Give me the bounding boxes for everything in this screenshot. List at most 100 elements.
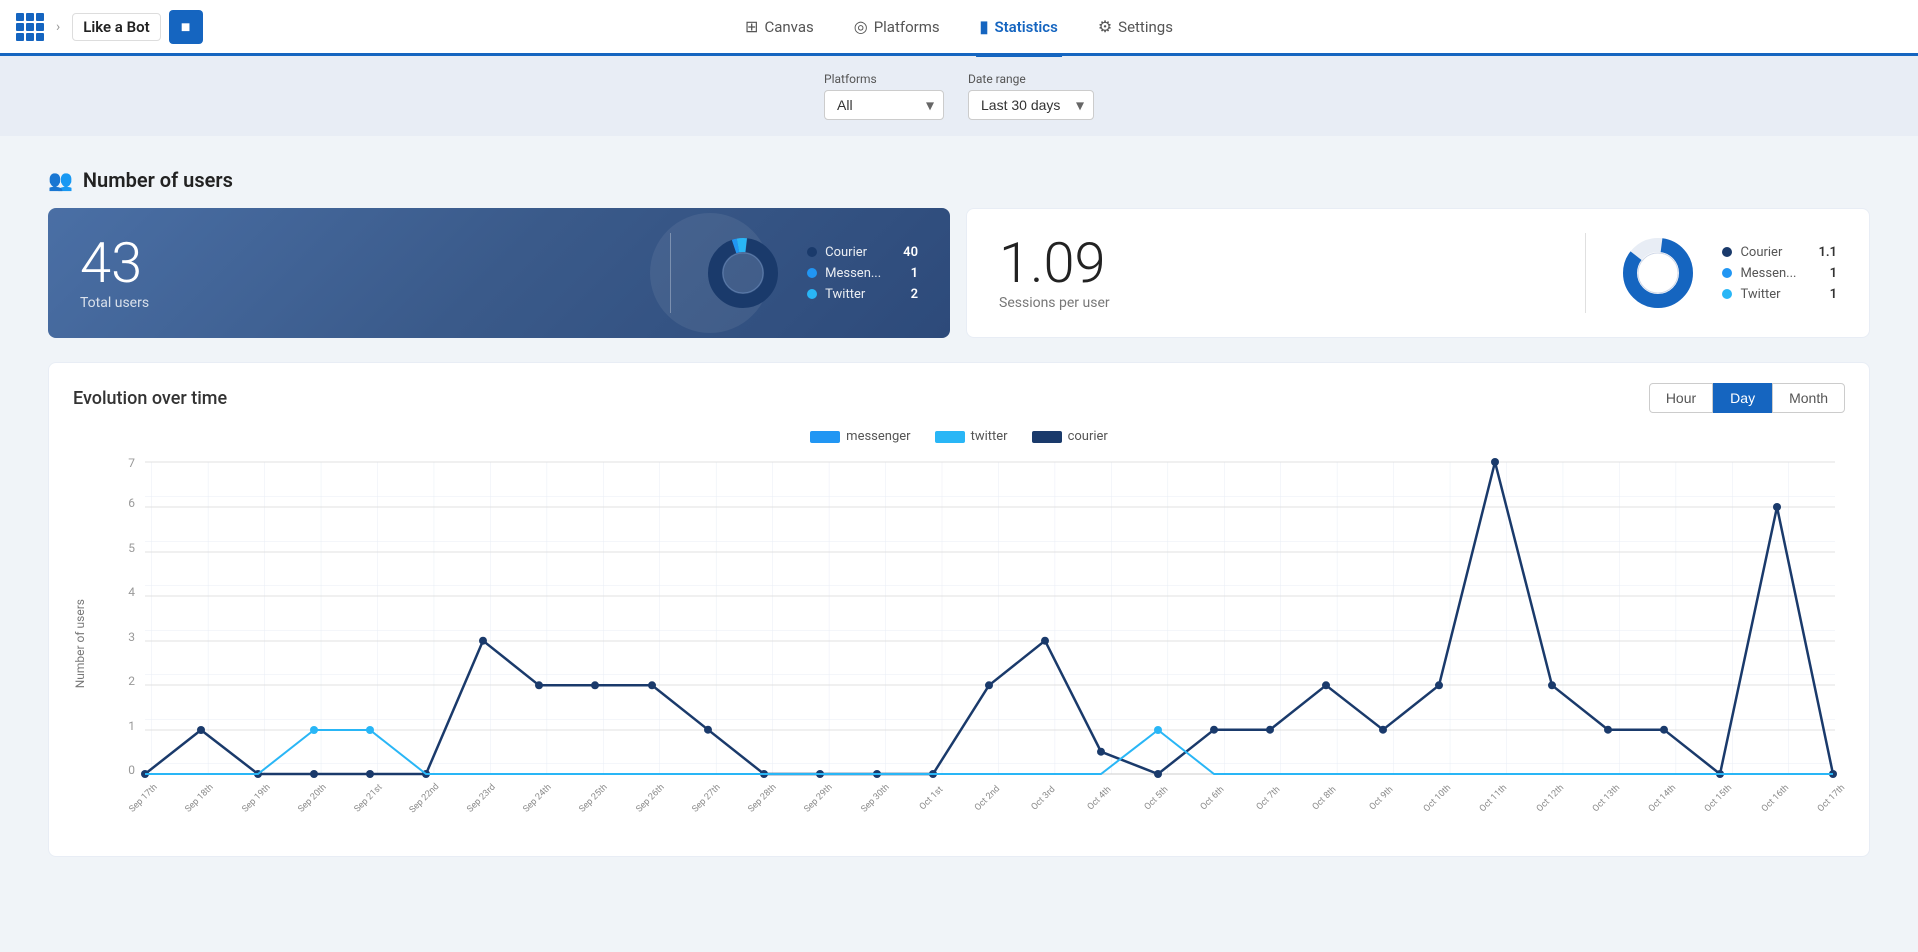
chart-svg: 0 1 2 3 4 5 6 7 [95,452,1845,832]
platforms-label: Platforms [874,18,940,36]
twitter-dot [807,289,817,299]
svg-text:Sep 25th: Sep 25th [578,782,610,814]
svg-text:Oct 16th: Oct 16th [1760,783,1791,814]
svg-text:Oct 15th: Oct 15th [1703,783,1734,814]
date-range-select[interactable]: Last 30 days Last 7 days Last 90 days [968,90,1094,120]
s-messenger-name: Messen... [1740,266,1810,281]
messenger-dot [807,268,817,278]
grid-icon[interactable] [16,13,44,41]
stats-row: 43 Total users Courie [48,208,1870,338]
courier-color [1032,431,1062,443]
hour-btn[interactable]: Hour [1649,383,1713,413]
sessions-divider [1585,233,1586,313]
filter-bar: Platforms All Courier Messenger Twitter … [0,56,1918,136]
courier-point-29 [1773,503,1781,511]
nav-settings[interactable]: ⚙ Settings [1094,0,1177,57]
svg-text:2: 2 [128,674,135,688]
twitter-point-4 [366,726,374,734]
platforms-filter-label: Platforms [824,72,944,86]
s-messenger-value: 1 [1830,266,1837,281]
courier-point-16 [1041,637,1049,645]
sessions-value: 1.09 [999,235,1553,291]
bot-name[interactable]: Like a Bot [72,13,160,41]
svg-text:6: 6 [128,496,135,510]
courier-point-24 [1491,458,1499,466]
legend-messenger: Messen... 1 [807,266,918,281]
courier-point-8 [591,681,599,689]
date-range-select-wrapper: Last 30 days Last 7 days Last 90 days [968,90,1094,120]
section-header: 👥 Number of users [48,168,1870,192]
date-range-filter-group: Date range Last 30 days Last 7 days Last… [968,72,1094,120]
date-range-filter-label: Date range [968,72,1094,86]
svg-text:Sep 18th: Sep 18th [184,782,216,814]
users-donut [703,233,783,313]
sessions-main: 1.09 Sessions per user [999,235,1553,311]
svg-text:Sep 17th: Sep 17th [128,782,160,814]
time-btn-group: Hour Day Month [1649,383,1845,413]
messenger-value: 1 [911,266,918,281]
svg-text:Sep 21st: Sep 21st [353,783,385,815]
day-btn[interactable]: Day [1713,383,1772,413]
courier-dot [807,247,817,257]
messenger-color [810,431,840,443]
nav-statistics[interactable]: ▮ Statistics [976,0,1062,57]
platforms-filter-group: Platforms All Courier Messenger Twitter [824,72,944,120]
svg-text:Oct 13th: Oct 13th [1591,783,1622,814]
legend-courier-chart: courier [1032,429,1108,444]
s-courier-name: Courier [1740,245,1810,260]
users-label: Total users [80,295,638,311]
nav-platforms[interactable]: ◎ Platforms [850,0,944,57]
svg-text:Sep 29th: Sep 29th [803,782,835,814]
courier-point-7 [535,681,543,689]
svg-text:Sep 28th: Sep 28th [747,782,779,814]
courier-chart-label: courier [1068,429,1108,444]
sessions-legend-twitter: Twitter 1 [1722,287,1837,302]
month-btn[interactable]: Month [1772,383,1845,413]
svg-text:Oct 1st: Oct 1st [918,785,945,812]
courier-point-23 [1435,681,1443,689]
legend-courier: Courier 40 [807,245,918,260]
evolution-card: Evolution over time Hour Day Month messe… [48,362,1870,857]
courier-point-25 [1548,681,1556,689]
sessions-label: Sessions per user [999,295,1553,311]
courier-point-9 [648,681,656,689]
messenger-chart-label: messenger [846,429,910,444]
statistics-icon: ▮ [980,17,989,36]
bot-icon: ■ [169,10,203,44]
courier-point-4 [366,770,374,778]
twitter-color [935,431,965,443]
users-total: 43 [80,235,638,291]
statistics-label: Statistics [994,18,1057,36]
y-axis-label-container: Number of users [73,452,87,836]
svg-text:Oct 14th: Oct 14th [1647,783,1678,814]
courier-point-27 [1660,726,1668,734]
svg-text:3: 3 [128,630,135,644]
twitter-point-3 [310,726,318,734]
svg-text:Sep 19th: Sep 19th [241,782,273,814]
s-twitter-dot [1722,289,1732,299]
courier-point-15 [985,681,993,689]
platforms-select-wrapper: All Courier Messenger Twitter [824,90,944,120]
breadcrumb-chevron: › [56,19,60,35]
svg-text:Oct 3rd: Oct 3rd [1030,785,1058,813]
s-twitter-value: 1 [1830,287,1837,302]
top-nav: › Like a Bot ■ ⊞ Canvas ◎ Platforms ▮ St… [0,0,1918,56]
svg-text:Oct 2nd: Oct 2nd [973,784,1002,813]
courier-value: 40 [903,245,918,260]
evolution-title: Evolution over time [73,388,227,409]
settings-icon: ⚙ [1098,17,1112,36]
settings-label: Settings [1118,18,1173,36]
chart-outer: Number of users 0 1 2 3 [73,452,1845,836]
svg-text:Oct 10th: Oct 10th [1422,783,1453,814]
main-content: 👥 Number of users 43 Total users [0,136,1918,889]
svg-text:Oct 4th: Oct 4th [1086,785,1114,813]
nav-canvas[interactable]: ⊞ Canvas [741,0,818,57]
s-courier-value: 1.1 [1818,245,1837,260]
s-twitter-name: Twitter [1740,287,1810,302]
users-chart-area: Courier 40 Messen... 1 Twitter 2 [703,233,918,313]
platforms-select[interactable]: All Courier Messenger Twitter [824,90,944,120]
svg-text:1: 1 [128,719,135,733]
legend-twitter-chart: twitter [935,429,1008,444]
users-divider [670,233,671,313]
svg-text:Oct 6th: Oct 6th [1199,785,1227,813]
